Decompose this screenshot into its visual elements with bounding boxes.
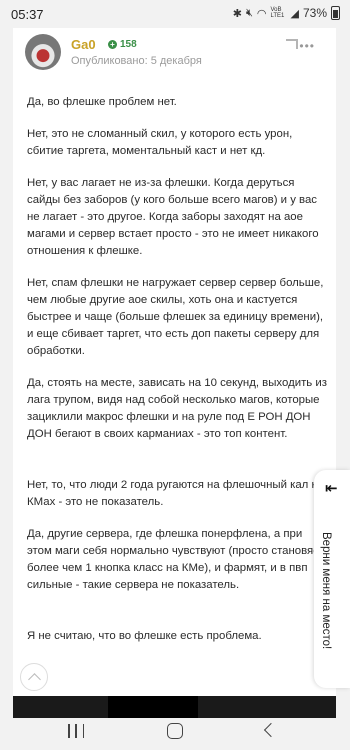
plus-icon: + xyxy=(108,40,117,49)
status-bar: 05:37 ✱ 🔇︎ ◠ VoB LTE1 ◢ 73% xyxy=(0,0,350,30)
avatar[interactable] xyxy=(25,34,61,70)
reputation-value: 158 xyxy=(120,39,137,50)
post-paragraph: Нет, спам флешки не нагружает сервер сер… xyxy=(27,277,324,357)
post-paragraph: Да, во флешке проблем нет. xyxy=(27,96,177,108)
network-label: VoB LTE1 xyxy=(270,7,285,19)
video-frame xyxy=(108,696,198,718)
share-icon[interactable] xyxy=(286,39,298,49)
post-paragraph: Да, другие сервера, где флешка понерфлен… xyxy=(27,528,325,591)
edge-panel[interactable]: ⇤ Верни меня на место! xyxy=(314,470,350,688)
video-thumbnail[interactable] xyxy=(13,696,336,718)
scroll-to-top-button[interactable] xyxy=(20,663,48,691)
bluetooth-icon: ✱ xyxy=(232,6,242,20)
reputation-badge: + 158 xyxy=(108,39,137,50)
post-paragraph: Да, стоять на месте, зависать на 10 секу… xyxy=(27,377,327,440)
battery-icon xyxy=(331,6,340,20)
post-body: Да, во флешке проблем нет. Нет, это не с… xyxy=(27,94,327,660)
post-paragraph: Нет, у вас лагает не из-за флешки. Когда… xyxy=(27,177,319,257)
recent-apps-icon[interactable] xyxy=(68,724,84,738)
back-icon[interactable] xyxy=(263,722,279,738)
status-icons: ✱ 🔇︎ ◠ VoB LTE1 ◢ 73% xyxy=(233,6,340,20)
mute-icon: 🔇︎ xyxy=(245,6,253,19)
signal-icon: ◢ xyxy=(290,6,299,20)
navigation-bar xyxy=(0,718,350,750)
post-card: Ga0 + 158 Опубликовано: 5 декабря ••• Да… xyxy=(13,28,336,718)
status-time: 05:37 xyxy=(11,7,44,22)
wifi-icon: ◠ xyxy=(256,6,267,20)
battery-percent: 73% xyxy=(302,6,327,20)
home-icon[interactable] xyxy=(167,723,183,739)
post-paragraph: Я не считаю, что во флешке есть проблема… xyxy=(27,630,262,642)
author-name[interactable]: Ga0 xyxy=(71,37,96,52)
post-paragraph: Нет, то, что люди 2 года ругаются на фле… xyxy=(27,479,325,508)
published-date: Опубликовано: 5 декабря xyxy=(71,55,202,67)
edge-panel-label[interactable]: Верни меня на место! xyxy=(320,532,332,649)
collapse-arrow-icon[interactable]: ⇤ xyxy=(325,479,338,497)
more-options-icon[interactable]: ••• xyxy=(299,40,315,52)
post-paragraph: Нет, это не сломанный скил, у которого е… xyxy=(27,128,293,157)
post-header: Ga0 + 158 Опубликовано: 5 декабря ••• xyxy=(13,28,336,84)
